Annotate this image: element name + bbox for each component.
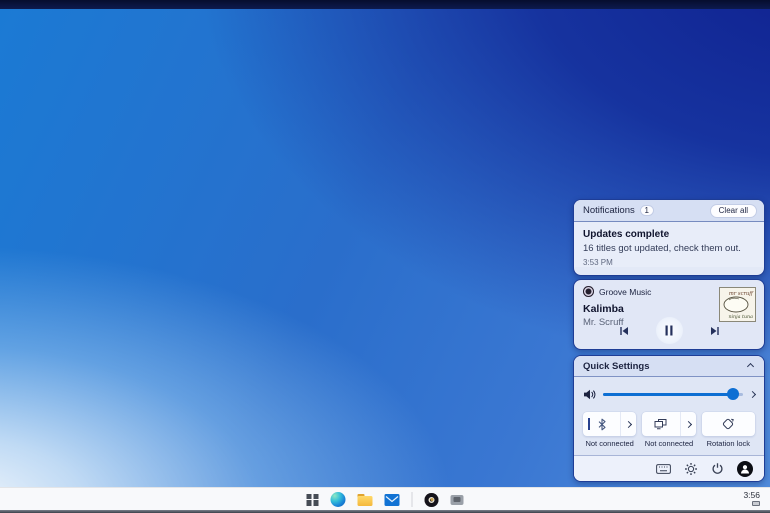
groove-music-taskbar-icon[interactable] [425,493,439,507]
pause-icon [664,325,674,336]
user-avatar[interactable] [737,461,753,477]
taskbar-clock[interactable]: 3:56 [743,490,760,506]
rotation-lock-label: Rotation lock [702,439,755,448]
taskbar-separator [412,492,413,507]
battery-status-icon [743,501,760,506]
rotation-lock-quick-button[interactable] [702,412,755,436]
notifications-title: Notifications [583,205,635,216]
power-icon[interactable] [711,462,724,475]
settings-gear-icon[interactable] [684,462,698,476]
connect-display-icon [654,418,667,430]
connect-toggle[interactable] [642,412,679,436]
notifications-card: Notifications 1 Clear all Updates comple… [573,199,765,276]
connect-status-label: Not connected [642,439,695,448]
speaker-icon [583,388,596,401]
quick-settings-buttons [583,412,755,436]
file-explorer-icon[interactable] [358,494,373,506]
media-card: Groove Music Kalimba Mr. Scruff mr scruf… [573,279,765,350]
skip-previous-icon [618,325,630,337]
quick-settings-footer [574,455,764,481]
next-track-button[interactable] [709,325,721,337]
notification-timestamp: 3:53 PM [583,258,755,267]
chevron-right-icon [685,420,692,427]
connect-quick-button[interactable] [642,412,695,436]
bluetooth-quick-button[interactable] [583,412,636,436]
volume-fill [603,393,733,396]
quick-settings-card: Quick Settings [573,355,765,482]
taskbar: 3:56 [0,487,770,510]
mail-app-icon[interactable] [385,494,400,506]
person-icon [740,464,750,474]
connect-expand[interactable] [680,412,696,436]
volume-expand-chevron-icon[interactable] [749,390,756,397]
notification-body: 16 titles got updated, check them out. [583,243,755,254]
album-art-top-text: mr scruff [729,291,754,297]
media-app-name: Groove Music [599,287,651,297]
clock-time: 3:56 [743,490,760,500]
keyboard-icon[interactable] [656,464,671,474]
volume-row [583,383,755,405]
previous-track-button[interactable] [618,325,630,337]
notification-item[interactable]: Updates complete 16 titles got updated, … [574,222,764,267]
quick-settings-labels: Not connected Not connected Rotation loc… [583,439,755,448]
screen: Notifications 1 Clear all Updates comple… [0,0,770,513]
groove-music-icon [583,286,594,297]
edge-browser-icon[interactable] [331,492,346,507]
bluetooth-toggle[interactable] [583,412,620,436]
chevron-up-icon[interactable] [747,362,754,369]
pause-button[interactable] [656,317,683,344]
start-button-windows-icon[interactable] [307,494,319,506]
volume-slider[interactable] [603,388,743,401]
taskbar-icons [307,488,464,511]
bluetooth-status-label: Not connected [583,439,636,448]
bluetooth-icon [597,418,607,431]
rotation-lock-toggle[interactable] [702,412,755,436]
clear-all-button[interactable]: Clear all [710,204,757,218]
text-cursor-bar [588,418,590,430]
quick-settings-body: Not connected Not connected Rotation loc… [574,377,764,448]
top-edge-band [0,0,770,9]
bluetooth-expand[interactable] [620,412,636,436]
skip-next-icon [709,325,721,337]
rotation-lock-icon [721,417,735,431]
media-controls [574,317,764,344]
notification-title: Updates complete [583,229,755,240]
app-window-taskbar-icon[interactable] [451,495,464,505]
volume-thumb[interactable] [727,388,739,400]
chevron-right-icon [625,420,632,427]
notifications-header: Notifications 1 Clear all [574,200,764,222]
quick-settings-title: Quick Settings [583,361,748,372]
notifications-count-badge: 1 [640,205,654,216]
quick-settings-header: Quick Settings [574,356,764,377]
